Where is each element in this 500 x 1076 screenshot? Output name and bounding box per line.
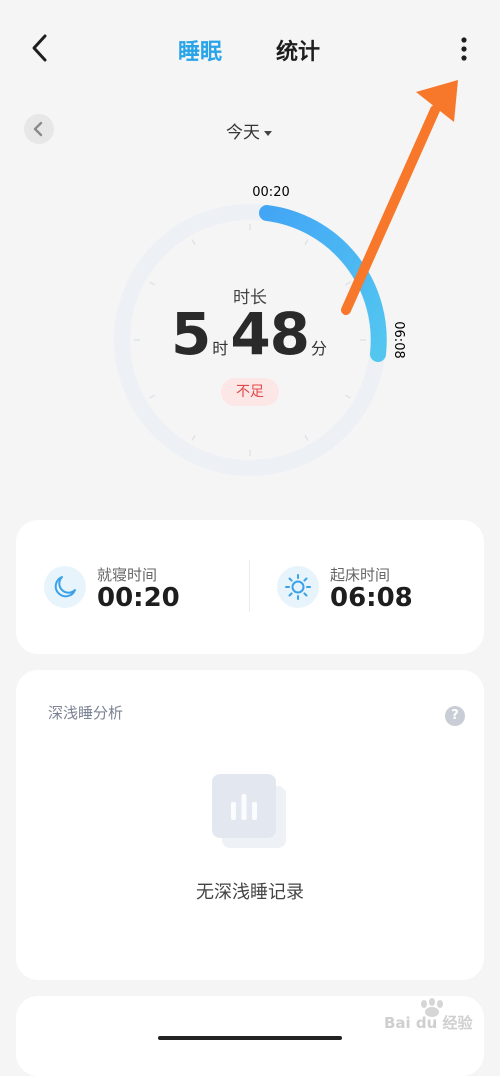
moon-icon bbox=[54, 576, 76, 598]
chevron-left-icon bbox=[33, 121, 43, 137]
back-arrow-icon bbox=[32, 34, 47, 62]
sleep-times-card bbox=[16, 520, 484, 654]
svg-text:Bai du 经验: Bai du 经验 bbox=[384, 1014, 474, 1032]
wake-value: 06:08 bbox=[330, 583, 413, 613]
bedtime-label: 就寝时间 bbox=[97, 566, 158, 584]
duration-hours: 5 bbox=[170, 300, 211, 368]
empty-state-text: 无深浅睡记录 bbox=[196, 882, 304, 903]
baidu-paw-logo: Bai du 经验 bbox=[384, 998, 474, 1032]
more-vertical-icon bbox=[461, 37, 467, 61]
caret-down-icon bbox=[264, 130, 272, 136]
help-icon[interactable]: ? bbox=[445, 706, 465, 726]
home-indicator bbox=[158, 1036, 342, 1040]
status-badge: 不足 bbox=[221, 378, 279, 406]
tab-statistics[interactable]: 统计 bbox=[276, 34, 320, 66]
baidu-watermark: Bai du 经验 bbox=[384, 994, 496, 1034]
back-button[interactable] bbox=[24, 30, 60, 66]
duration-minutes: 48 bbox=[230, 300, 310, 368]
minutes-unit: 分 bbox=[311, 339, 328, 358]
more-options-button[interactable] bbox=[450, 32, 478, 66]
bedtime-icon-badge bbox=[44, 566, 86, 608]
wake-label: 起床时间 bbox=[330, 566, 391, 584]
time-divider bbox=[249, 560, 250, 612]
sun-icon bbox=[285, 574, 311, 600]
empty-chart-icon bbox=[212, 774, 286, 848]
date-selector[interactable]: 今天 bbox=[226, 118, 272, 143]
wake-icon-badge bbox=[277, 566, 319, 608]
date-label: 今天 bbox=[226, 123, 260, 143]
ring-start-time: 00:20 bbox=[252, 185, 289, 200]
hours-unit: 时 bbox=[212, 339, 229, 358]
previous-day-button[interactable] bbox=[24, 114, 54, 144]
bedtime-value: 00:20 bbox=[97, 583, 180, 613]
duration-value: 5 时48 分 bbox=[0, 300, 500, 368]
analysis-title: 深浅睡分析 bbox=[48, 704, 124, 722]
tab-sleep[interactable]: 睡眠 bbox=[178, 34, 222, 66]
